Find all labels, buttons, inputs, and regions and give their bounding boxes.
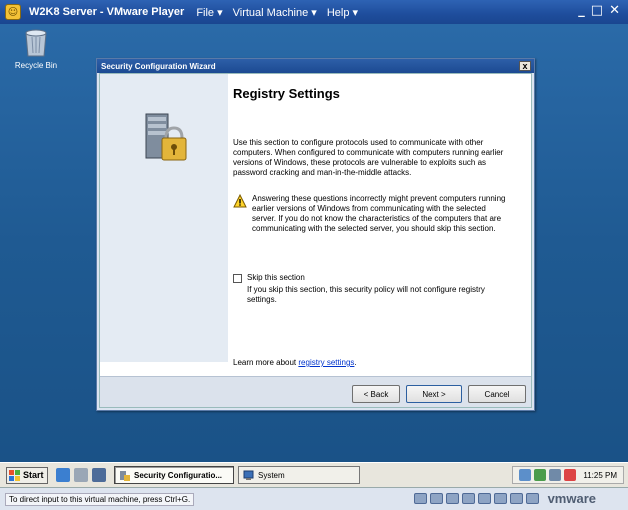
- vmware-window-title: W2K8 Server - VMware Player: [29, 6, 185, 18]
- display-icon[interactable]: [526, 493, 539, 504]
- security-tray-icon[interactable]: [564, 469, 577, 481]
- recycle-bin-icon: [25, 29, 47, 57]
- system-tray: 11:25 PM: [512, 466, 624, 484]
- cd-rom-icon[interactable]: [430, 493, 443, 504]
- hard-disk-icon[interactable]: [414, 493, 427, 504]
- sound-card-icon[interactable]: [494, 493, 507, 504]
- status-message: To direct input to this virtual machine,…: [5, 492, 195, 506]
- wizard-side-panel: [100, 74, 228, 362]
- recycle-bin-shortcut[interactable]: Recycle Bin: [12, 26, 60, 70]
- vmware-titlebar: ☺ W2K8 Server - VMware Player File ▾ Vir…: [0, 0, 628, 24]
- maximize-button[interactable]: □: [591, 3, 603, 18]
- back-button[interactable]: < Back: [352, 385, 400, 403]
- wizard-close-button[interactable]: x: [519, 61, 531, 71]
- show-desktop-icon[interactable]: [92, 468, 106, 482]
- warning-text: Answering these questions incorrectly mi…: [252, 194, 506, 233]
- start-label: Start: [23, 470, 44, 480]
- vmware-window-controls: _ □ ✕: [572, 3, 620, 18]
- server-lock-icon: [145, 113, 187, 161]
- task-security-config[interactable]: Security Configuratio...: [114, 466, 234, 484]
- skip-section-note: If you skip this section, this security …: [247, 285, 485, 304]
- floppy-icon[interactable]: [446, 493, 459, 504]
- cancel-button[interactable]: Cancel: [468, 385, 526, 403]
- device-icons: [414, 493, 542, 504]
- printer-icon[interactable]: [510, 493, 523, 504]
- warning-icon: [233, 194, 247, 208]
- intro-text: Use this section to configure protocols …: [233, 138, 504, 177]
- minimize-button[interactable]: _: [578, 3, 585, 18]
- learn-more-line: Learn more about registry settings.: [233, 358, 357, 367]
- quick-launch: [56, 468, 110, 482]
- skip-section-row: Skip this section: [233, 273, 305, 283]
- wizard-body: Registry Settings Use this section to co…: [99, 73, 532, 408]
- system-task-icon: [243, 470, 254, 480]
- close-button[interactable]: ✕: [609, 3, 620, 18]
- network-adapter-icon[interactable]: [462, 493, 475, 504]
- skip-section-label[interactable]: Skip this section: [247, 273, 305, 283]
- vmware-app-icon: ☺: [5, 4, 21, 20]
- usb-icon[interactable]: [478, 493, 491, 504]
- skip-section-checkbox[interactable]: [233, 274, 242, 283]
- wizard-button-bar: < Back Next > Cancel: [100, 376, 531, 407]
- vmware-menu: File ▾ Virtual Machine ▾ Help ▾: [196, 6, 368, 19]
- task-system[interactable]: System: [238, 466, 360, 484]
- wizard-title: Security Configuration Wizard: [101, 61, 216, 71]
- wizard-titlebar: Security Configuration Wizard x: [97, 59, 534, 73]
- security-config-wizard: Security Configuration Wizard x Registry…: [96, 58, 535, 411]
- next-button[interactable]: Next >: [406, 385, 462, 403]
- volume-icon[interactable]: [549, 469, 562, 481]
- taskbar: Start Security Configuratio... System 11…: [0, 462, 628, 487]
- menu-virtual-machine[interactable]: Virtual Machine ▾: [233, 6, 317, 19]
- menu-file[interactable]: File ▾: [196, 6, 222, 19]
- vmware-logo: vmware: [547, 491, 596, 506]
- learn-more-prefix: Learn more about: [233, 358, 299, 367]
- menu-help[interactable]: Help ▾: [327, 6, 358, 19]
- recycle-bin-label: Recycle Bin: [14, 61, 58, 70]
- security-wizard-task-icon: [120, 470, 130, 481]
- clock[interactable]: 11:25 PM: [583, 471, 617, 480]
- registry-settings-link[interactable]: registry settings: [298, 358, 354, 367]
- learn-more-suffix: .: [354, 358, 357, 367]
- ie-icon[interactable]: [56, 468, 70, 482]
- windows-flag-icon: [9, 469, 20, 481]
- server-manager-icon[interactable]: [74, 468, 88, 482]
- action-center-icon[interactable]: [534, 469, 547, 481]
- start-button[interactable]: Start: [6, 466, 48, 484]
- warning-block: Answering these questions incorrectly mi…: [233, 194, 523, 234]
- network-icon[interactable]: [519, 469, 532, 481]
- page-title: Registry Settings: [233, 86, 340, 101]
- guest-desktop: Recycle Bin Security Configuration Wizar…: [0, 24, 628, 462]
- vmware-statusbar: To direct input to this virtual machine,…: [0, 487, 628, 510]
- task-security-config-label: Security Configuratio...: [134, 470, 223, 480]
- task-system-label: System: [258, 470, 285, 480]
